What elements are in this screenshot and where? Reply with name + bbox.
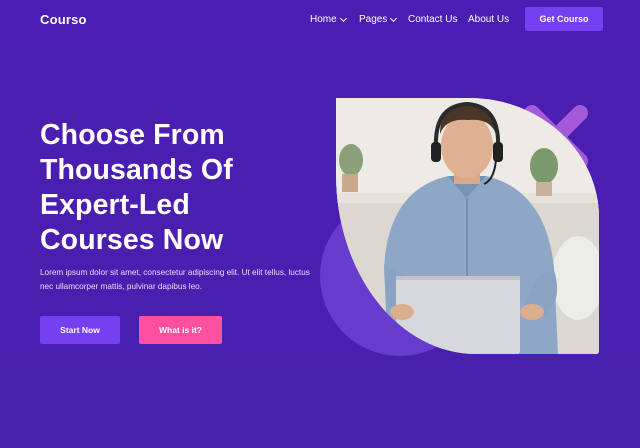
- hero-photo: [336, 98, 599, 354]
- man-with-headset-laptop-photo: [336, 98, 599, 354]
- headline-line: Choose From: [40, 119, 225, 151]
- hero-section: Courso Home Pages Contact Us About Us Ge…: [0, 0, 640, 448]
- nav-label: About Us: [468, 14, 510, 25]
- nav-item-home[interactable]: Home: [310, 14, 347, 25]
- what-is-it-button[interactable]: What is it?: [139, 316, 222, 344]
- headline-line: Courses Now: [40, 224, 224, 256]
- headline-line: Thousands Of: [40, 154, 233, 186]
- nav-label: Home: [310, 14, 337, 25]
- nav-label: Contact Us: [408, 14, 458, 25]
- hero-description: Lorem ipsum dolor sit amet, consectetur …: [40, 268, 310, 291]
- hero-headline: Choose From Thousands Of Expert-Led Cour…: [40, 118, 330, 258]
- nav-item-contact[interactable]: Contact Us: [408, 14, 457, 25]
- get-courso-button[interactable]: Get Courso: [525, 7, 603, 31]
- nav-item-pages[interactable]: Pages: [359, 14, 398, 25]
- brand-logo[interactable]: Courso: [40, 12, 87, 27]
- headline-line: Expert-Led: [40, 189, 190, 221]
- chevron-down-icon: [339, 14, 347, 22]
- nav-label: Pages: [359, 14, 388, 25]
- start-now-button[interactable]: Start Now: [40, 316, 120, 344]
- chevron-down-icon: [390, 14, 398, 22]
- nav-item-about[interactable]: About Us: [468, 14, 509, 25]
